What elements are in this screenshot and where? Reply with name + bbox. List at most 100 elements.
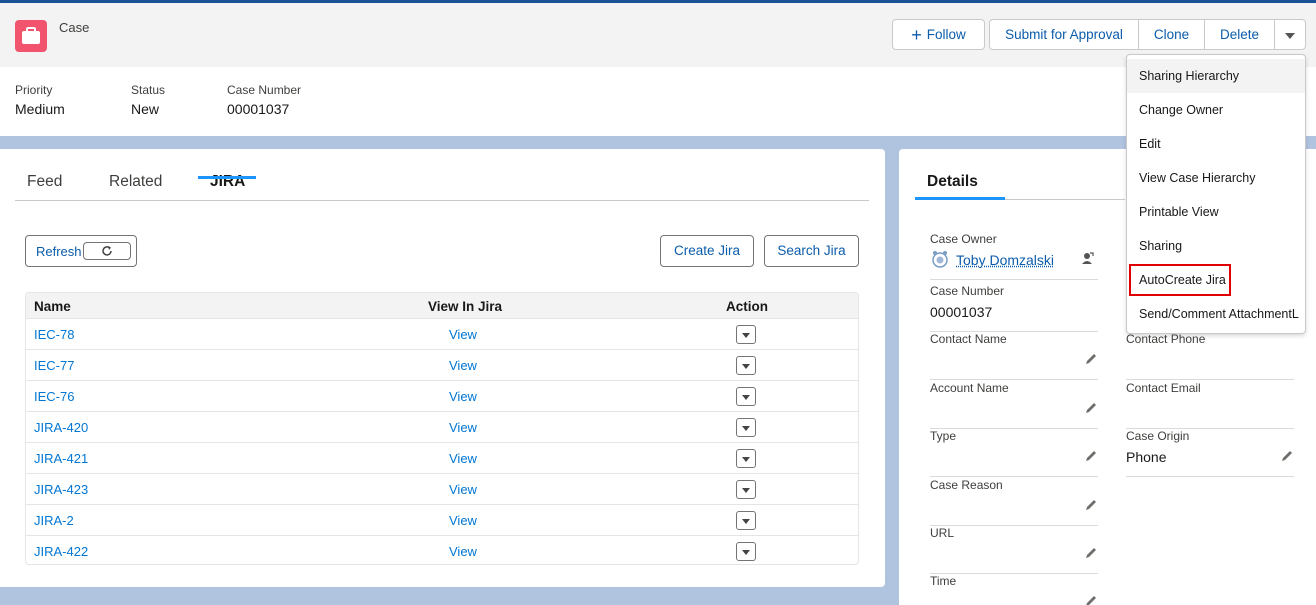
row-action-button[interactable] [736,542,756,561]
column-header-name[interactable]: Name [34,299,71,314]
owner-link[interactable]: Toby Domzalski [956,252,1054,268]
table-row: IEC-77 View [26,350,858,381]
tab-bar: Feed Related JIRA [15,171,869,201]
row-action-button[interactable] [736,418,756,437]
pencil-icon[interactable] [1084,401,1098,420]
menu-item-sharing[interactable]: Sharing [1127,229,1305,263]
table-row: JIRA-422 View [26,536,858,564]
tab-details[interactable]: Details [927,173,978,191]
view-in-jira-link[interactable]: View [449,358,477,373]
field-label: Case Reason [930,478,1003,492]
table-row: JIRA-421 View [26,443,858,474]
jira-issue-link[interactable]: IEC-76 [34,389,74,404]
field-value: Phone [1126,449,1167,465]
submit-for-approval-button[interactable]: Submit for Approval [989,19,1139,50]
change-owner-icon[interactable] [1080,251,1094,270]
menu-item-sharing-hierarchy[interactable]: Sharing Hierarchy [1127,59,1305,93]
chevron-down-icon [742,333,750,338]
view-in-jira-link[interactable]: View [449,451,477,466]
briefcase-icon [15,20,47,52]
view-in-jira-link[interactable]: View [449,389,477,404]
field-type: Type [930,429,1098,477]
delete-button[interactable]: Delete [1204,19,1275,50]
create-jira-button[interactable]: Create Jira [660,235,754,267]
jira-issue-link[interactable]: JIRA-420 [34,420,88,435]
avatar-icon [930,249,950,274]
plus-icon: + [911,25,922,45]
chevron-down-icon [742,426,750,431]
pencil-icon[interactable] [1084,449,1098,468]
row-action-button[interactable] [736,511,756,530]
jira-issue-link[interactable]: IEC-78 [34,327,74,342]
field-label: URL [930,526,955,540]
view-in-jira-link[interactable]: View [449,327,477,342]
pencil-icon[interactable] [1084,352,1098,371]
field-value: 00001037 [930,304,993,320]
highlight-priority: Priority Medium [15,83,65,117]
active-tab-indicator [915,197,1005,200]
jira-tab-card: Feed Related JIRA Refresh Create Jira Se… [0,149,885,587]
refresh-button[interactable]: Refresh [25,235,137,267]
table-row: JIRA-2 View [26,505,858,536]
pencil-icon[interactable] [1280,449,1294,468]
chevron-down-icon [742,395,750,400]
field-contact-email: Contact Email [1126,381,1294,429]
search-jira-button[interactable]: Search Jira [764,235,859,267]
field-label: Contact Phone [1126,332,1206,346]
jira-issue-link[interactable]: JIRA-421 [34,451,88,466]
refresh-icon [83,242,131,260]
chevron-down-icon [742,364,750,369]
view-in-jira-link[interactable]: View [449,513,477,528]
view-in-jira-link[interactable]: View [449,482,477,497]
refresh-label: Refresh [36,244,82,259]
pencil-icon[interactable] [1084,498,1098,517]
clone-button[interactable]: Clone [1138,19,1205,50]
highlight-value: New [131,101,160,117]
row-action-button[interactable] [736,480,756,499]
menu-item-send-comment-attachment[interactable]: Send/Comment AttachmentL [1127,297,1305,331]
row-action-button[interactable] [736,449,756,468]
autocreate-jira-highlight-box [1129,264,1231,296]
tab-related[interactable]: Related [109,173,162,191]
field-contact-phone: Contact Phone [1126,332,1294,380]
field-label: Case Owner [930,232,997,246]
field-time: Time [930,574,1098,605]
object-label: Case [59,20,90,35]
highlight-value: 00001037 [227,101,290,117]
menu-item-edit[interactable]: Edit [1127,127,1305,161]
highlight-status: Status New [131,83,165,117]
record-header: Case + Follow Submit for Approval Clone D… [0,3,1316,136]
row-action-button[interactable] [736,325,756,344]
menu-item-view-case-hierarchy[interactable]: View Case Hierarchy [1127,161,1305,195]
row-action-button[interactable] [736,356,756,375]
jira-issue-link[interactable]: IEC-77 [34,358,74,373]
field-case-owner: Case Owner Toby Domzalski [930,232,1098,280]
more-actions-button[interactable] [1274,19,1306,50]
field-account-name: Account Name [930,381,1098,429]
view-in-jira-link[interactable]: View [449,544,477,559]
row-action-button[interactable] [736,387,756,406]
pencil-icon[interactable] [1084,546,1098,565]
follow-button[interactable]: + Follow [892,19,985,50]
field-label: Type [930,429,957,443]
pencil-icon[interactable] [1084,594,1098,605]
active-tab-indicator [198,176,256,179]
field-case-reason: Case Reason [930,478,1098,526]
jira-issue-link[interactable]: JIRA-2 [34,513,74,528]
column-header-view[interactable]: View In Jira [428,299,502,314]
chevron-down-icon [742,519,750,524]
menu-item-change-owner[interactable]: Change Owner [1127,93,1305,127]
field-label: Account Name [930,381,1009,395]
field-label: Case Number [930,284,1005,298]
field-label: Contact Email [1126,381,1201,395]
tab-feed[interactable]: Feed [27,173,62,191]
jira-issue-link[interactable]: JIRA-423 [34,482,88,497]
table-row: IEC-76 View [26,381,858,412]
header-title-bar: Case + Follow Submit for Approval Clone D… [0,3,1316,67]
view-in-jira-link[interactable]: View [449,420,477,435]
field-contact-name: Contact Name [930,332,1098,380]
menu-item-printable-view[interactable]: Printable View [1127,195,1305,229]
chevron-down-icon [742,488,750,493]
highlight-label: Status [131,83,166,97]
jira-issue-link[interactable]: JIRA-422 [34,544,88,559]
